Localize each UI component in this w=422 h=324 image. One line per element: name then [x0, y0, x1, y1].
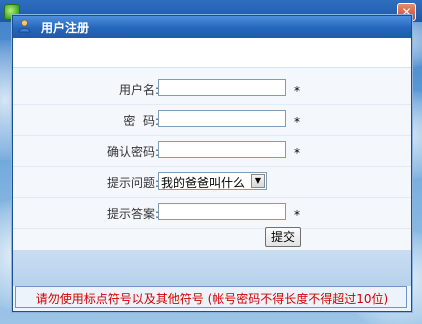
username-row: 用户名: * [13, 74, 411, 105]
answer-input[interactable] [158, 203, 286, 220]
answer-label: 提示答案: [106, 207, 159, 221]
confirm-password-row: 确认密码: * [13, 136, 411, 167]
question-selected-value: 我的爸爸叫什么 [161, 176, 246, 190]
dialog-title: 用户注册 [41, 21, 90, 35]
dialog-header-band [13, 38, 411, 68]
notice-text: 请勿使用标点符号以及其他符号 (帐号密码不得长度不得超过10位) [35, 292, 389, 306]
user-register-icon [18, 19, 31, 33]
password-input[interactable] [158, 110, 286, 127]
required-mark: * [294, 115, 300, 129]
username-input[interactable] [158, 79, 286, 96]
register-form: 用户名: * 密 码: * 确认密码: * 提示问题: 我的爸爸叫什么 ▼ 提示… [13, 68, 411, 250]
dialog-footer-band [13, 250, 411, 286]
chevron-down-icon[interactable]: ▼ [251, 174, 265, 188]
submit-button[interactable]: 提交 [265, 227, 301, 247]
register-dialog: 用户注册 用户名: * 密 码: * 确认密码: * 提示问题: 我的爸爸叫什么… [12, 15, 412, 312]
required-mark: * [294, 146, 300, 160]
desktop-background: ✕ 用户注册 用户名: * 密 码: * 确认密码: * 提示问题: 我的爸爸叫… [0, 0, 422, 324]
question-select[interactable]: 我的爸爸叫什么 ▼ [158, 172, 267, 190]
answer-row: 提示答案: * [13, 198, 411, 229]
required-mark: * [294, 84, 300, 98]
confirm-password-input[interactable] [158, 141, 286, 158]
notice-box: 请勿使用标点符号以及其他符号 (帐号密码不得长度不得超过10位) [15, 286, 407, 308]
required-mark: * [294, 208, 300, 222]
confirm-password-label: 确认密码: [106, 145, 159, 159]
username-label: 用户名: [118, 83, 159, 97]
question-label: 提示问题: [106, 176, 159, 190]
password-row: 密 码: * [13, 105, 411, 136]
question-row: 提示问题: 我的爸爸叫什么 ▼ [13, 167, 411, 198]
dialog-titlebar: 用户注册 [13, 16, 411, 38]
password-label: 密 码: [123, 114, 159, 128]
